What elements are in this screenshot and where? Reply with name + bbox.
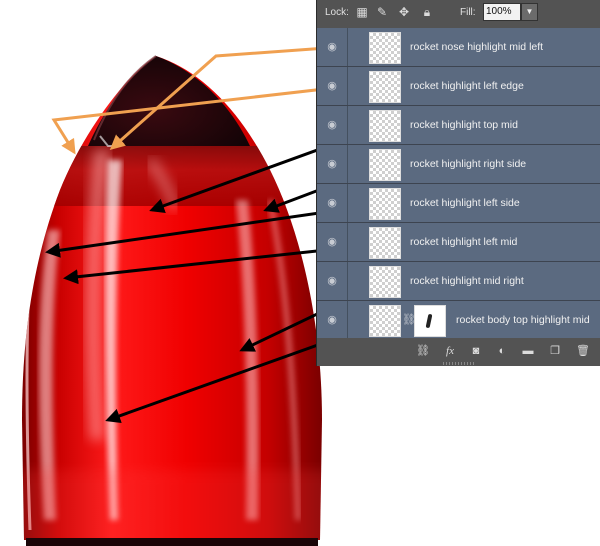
fill-label: Fill: — [460, 7, 476, 18]
layer-thumbnail — [369, 149, 401, 181]
layer-name: rocket highlight left side — [410, 197, 520, 209]
divider — [347, 301, 348, 339]
layer-row[interactable]: ◉ rocket highlight right side — [317, 145, 600, 184]
layer-thumbnail — [369, 110, 401, 142]
eye-visibility-icon[interactable]: ◉ — [317, 28, 347, 66]
layer-row[interactable]: ◉ rocket highlight mid right — [317, 262, 600, 301]
divider — [347, 106, 348, 144]
lock-all-padlock-icon[interactable]: 🔒︎ — [420, 5, 434, 19]
link-layers-icon[interactable]: ⛓ — [415, 343, 431, 359]
eye-visibility-icon[interactable]: ◉ — [317, 145, 347, 183]
layer-thumbnail — [369, 266, 401, 298]
add-mask-icon[interactable]: ◙ — [468, 343, 484, 359]
new-group-folder-icon[interactable]: ▬ — [520, 343, 536, 359]
layer-row[interactable]: ◉ ⛓ rocket body top highlight mid — [317, 301, 600, 340]
layer-row[interactable]: ◉ rocket nose highlight mid left — [317, 28, 600, 67]
layers-panel: Lock: ▦ ✎ ✥ 🔒︎ Fill: 100% ▼ ◉ rocket nos… — [316, 0, 600, 366]
eye-visibility-icon[interactable]: ◉ — [317, 106, 347, 144]
divider — [347, 28, 348, 66]
layer-name: rocket highlight top mid — [410, 119, 518, 131]
layer-thumbnail — [369, 188, 401, 220]
layer-thumbnail — [369, 71, 401, 103]
layer-name: rocket highlight left mid — [410, 236, 518, 248]
resize-grip[interactable] — [443, 362, 475, 365]
layers-bottom-toolbar: ⛓ fx ◙ ◐ ▬ ❐ 🗑︎ — [317, 338, 600, 366]
eye-visibility-icon[interactable]: ◉ — [317, 67, 347, 105]
layer-thumbnail — [369, 305, 401, 337]
divider — [347, 262, 348, 300]
lock-label: Lock: — [325, 7, 349, 18]
new-layer-icon[interactable]: ❐ — [547, 343, 563, 359]
eye-visibility-icon[interactable]: ◉ — [317, 184, 347, 222]
divider — [347, 223, 348, 261]
layer-name: rocket highlight left edge — [410, 80, 524, 92]
lock-position-move-icon[interactable]: ✥ — [397, 5, 411, 19]
layer-mask-thumbnail[interactable] — [414, 305, 446, 337]
layer-style-fx-icon[interactable]: fx — [442, 343, 458, 359]
eye-visibility-icon[interactable]: ◉ — [317, 223, 347, 261]
layer-name: rocket highlight mid right — [410, 275, 524, 287]
rocket-base — [26, 538, 318, 546]
layer-name: rocket highlight right side — [410, 158, 527, 170]
divider — [347, 145, 348, 183]
eye-visibility-icon[interactable]: ◉ — [317, 262, 347, 300]
divider — [347, 184, 348, 222]
layer-thumbnail — [369, 32, 401, 64]
layer-row[interactable]: ◉ rocket highlight top mid — [317, 106, 600, 145]
layer-name: rocket nose highlight mid left — [410, 41, 544, 53]
eye-visibility-icon[interactable]: ◉ — [317, 301, 347, 339]
adjustment-layer-icon[interactable]: ◐ — [494, 343, 510, 359]
fill-input[interactable]: 100% — [483, 3, 521, 21]
layer-name: rocket body top highlight mid — [456, 314, 590, 326]
delete-layer-trash-icon[interactable]: 🗑︎ — [575, 343, 591, 359]
layer-thumbnail — [369, 227, 401, 259]
layer-row[interactable]: ◉ rocket highlight left edge — [317, 67, 600, 106]
divider — [347, 67, 348, 105]
lock-transparency-icon[interactable]: ▦ — [355, 5, 369, 19]
lock-toolbar: Lock: ▦ ✎ ✥ 🔒︎ Fill: 100% ▼ — [317, 0, 600, 25]
fill-dropdown-chevron-icon[interactable]: ▼ — [521, 3, 538, 21]
layer-row[interactable]: ◉ rocket highlight left side — [317, 184, 600, 223]
mask-shape — [425, 313, 433, 329]
layer-row[interactable]: ◉ rocket highlight left mid — [317, 223, 600, 262]
lock-paint-brush-icon[interactable]: ✎ — [375, 5, 389, 19]
